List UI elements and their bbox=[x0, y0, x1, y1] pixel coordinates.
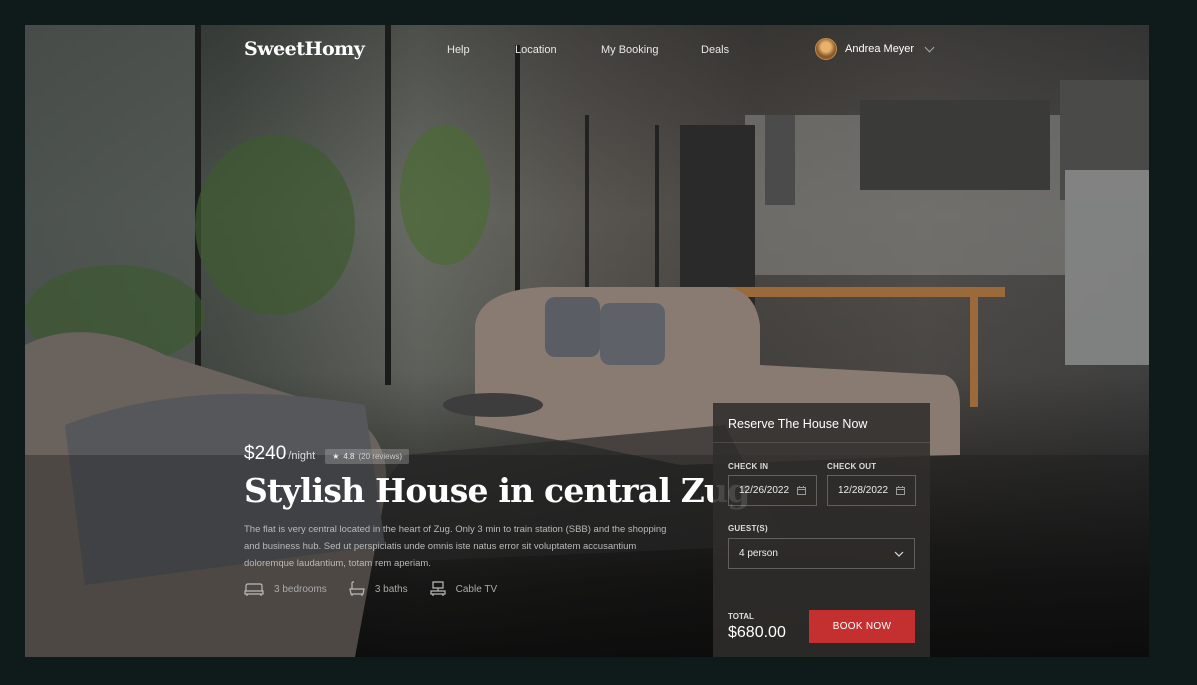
brand-logo[interactable]: SweetHomy bbox=[244, 38, 365, 60]
check-in-field[interactable]: 12/26/2022 bbox=[728, 475, 817, 506]
star-icon: ★ bbox=[332, 452, 340, 461]
rating-value: 4.8 bbox=[343, 452, 355, 461]
feature-bedrooms: 3 bedrooms bbox=[244, 582, 327, 596]
total-value: $680.00 bbox=[728, 624, 786, 641]
chevron-down-icon bbox=[924, 42, 935, 53]
user-name: Andrea Meyer bbox=[845, 43, 915, 55]
bath-icon bbox=[349, 581, 365, 596]
feature-label: 3 baths bbox=[374, 583, 408, 595]
calendar-icon bbox=[896, 486, 905, 495]
reservation-card: Reserve The House Now CHECK IN 12/26/202… bbox=[713, 403, 930, 657]
nav-help[interactable]: Help bbox=[447, 44, 470, 56]
reviews-count[interactable]: (20 reviews) bbox=[359, 452, 403, 461]
avatar bbox=[815, 38, 837, 60]
top-navbar: SweetHomy Help Location My Booking Deals… bbox=[25, 25, 1149, 75]
calendar-icon bbox=[797, 486, 806, 495]
guests-label: GUEST(S) bbox=[728, 524, 768, 533]
check-out-label: CHECK OUT bbox=[827, 462, 877, 471]
nav-deals[interactable]: Deals bbox=[701, 44, 729, 56]
total-label: TOTAL bbox=[728, 612, 754, 621]
user-menu[interactable]: Andrea Meyer bbox=[815, 38, 935, 60]
feature-baths: 3 baths bbox=[349, 581, 408, 597]
feature-tv: Cable TV bbox=[430, 581, 498, 597]
listing-title: Stylish House in central Zug bbox=[244, 471, 750, 510]
bed-icon bbox=[244, 583, 264, 596]
feature-label: 3 bedrooms bbox=[274, 583, 327, 595]
guests-value: 4 person bbox=[739, 548, 778, 559]
listing-description: The flat is very central located in the … bbox=[244, 524, 667, 569]
reservation-title: Reserve The House Now bbox=[713, 403, 930, 443]
price-unit: /night bbox=[288, 450, 316, 462]
guests-select[interactable]: 4 person bbox=[728, 538, 915, 569]
check-out-value: 12/28/2022 bbox=[838, 485, 889, 496]
price-value: $240 bbox=[244, 443, 287, 464]
feature-label: Cable TV bbox=[455, 583, 498, 595]
hero-section: SweetHomy Help Location My Booking Deals… bbox=[25, 25, 1149, 657]
nav-my-booking[interactable]: My Booking bbox=[601, 44, 658, 56]
feature-list: 3 bedrooms 3 baths Cable TV bbox=[244, 581, 497, 597]
nav-location[interactable]: Location bbox=[515, 44, 557, 56]
price-row: $240 /night ★ 4.8 (20 reviews) bbox=[244, 443, 410, 465]
rating-badge: ★ 4.8 (20 reviews) bbox=[325, 449, 410, 464]
tv-icon bbox=[430, 581, 446, 596]
check-in-value: 12/26/2022 bbox=[739, 485, 790, 496]
book-now-button[interactable]: BOOK NOW bbox=[809, 610, 915, 643]
check-out-field[interactable]: 12/28/2022 bbox=[827, 475, 916, 506]
check-in-label: CHECK IN bbox=[728, 462, 769, 471]
chevron-down-icon bbox=[894, 551, 904, 557]
